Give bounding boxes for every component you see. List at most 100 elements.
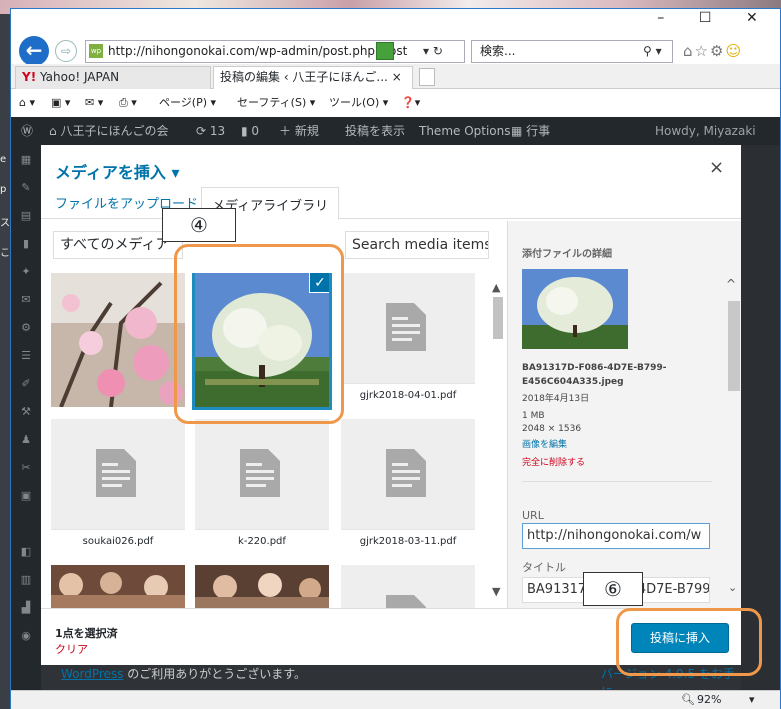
updates-count: 13 [209, 124, 226, 138]
pages-icon[interactable]: ▮ [11, 237, 41, 251]
attachment-document[interactable] [341, 565, 475, 608]
compatibility-icon[interactable] [376, 42, 394, 60]
settings-icon[interactable]: ⚙ [11, 321, 41, 335]
admin-bar-comments[interactable]: ▮ 0 [241, 117, 259, 145]
search-input[interactable]: Search media items... [345, 231, 489, 259]
attachment-document[interactable]: k-220.pdf [195, 419, 329, 553]
print-icon[interactable]: ⎙ ▾ [119, 89, 137, 117]
list-icon[interactable]: ☰ [11, 349, 41, 363]
attachment-image[interactable] [195, 565, 329, 608]
home-icon[interactable]: ⌂ [683, 42, 695, 60]
modal-title[interactable]: メディアを挿入 ▾ [55, 159, 179, 183]
attachment-details-panel: 添付ファイルの詳細 BA91317D-F086-4D7E-B799- E456C… [507, 221, 741, 608]
attachment-document[interactable]: gjrk2018-03-11.pdf [341, 419, 475, 553]
background-window-edge: e p ス こ [0, 14, 10, 709]
zoom-level[interactable]: 92% [697, 691, 721, 709]
favorites-star-icon[interactable]: ☆ [695, 42, 710, 60]
settings-gear-icon[interactable]: ⚙ [710, 42, 725, 60]
help-icon[interactable]: ❓▾ [401, 89, 420, 117]
wordpress-logo-icon[interactable]: Ⓦ [21, 117, 33, 145]
url-field[interactable]: http://nihongonokai.com/w [522, 523, 710, 549]
tab-label: Yahoo! JAPAN [40, 70, 120, 84]
details-thumbnail [522, 269, 628, 349]
feeds-icon[interactable]: ▣ ▾ [51, 89, 70, 117]
media-icon[interactable]: ▤ [11, 209, 41, 223]
plugins-icon[interactable]: ⚒ [11, 405, 41, 419]
settings-panel-icon[interactable]: ▣ [11, 489, 41, 503]
details-date: 2018年4月13日 [522, 394, 590, 404]
admin-bar-theme-options[interactable]: Theme Options [419, 117, 511, 145]
address-bar[interactable]: http://nihongonokai.com/wp-admin/post.ph… [85, 40, 465, 63]
delete-permanently-link[interactable]: 完全に削除する [522, 455, 585, 468]
close-icon[interactable]: × [709, 157, 724, 178]
new-tab-button[interactable] [419, 68, 435, 86]
attachment-document[interactable]: soukai026.pdf [51, 419, 185, 553]
layout-icon[interactable]: ▥ [11, 573, 41, 587]
media-tabs: ファイルをアップロード メディアライブラリ [41, 183, 741, 220]
admin-bar-events[interactable]: ▦ 行事 [511, 117, 550, 145]
appearance-icon[interactable]: ✐ [11, 377, 41, 391]
tab-yahoo[interactable]: Y! Yahoo! JAPAN [15, 66, 211, 89]
attachment-image[interactable] [51, 273, 185, 407]
status-bar: 🔍︎ 92% ▾ [11, 690, 780, 709]
scroll-down-icon[interactable]: ▼ [492, 585, 500, 598]
attachment-document[interactable]: gjrk2018-04-01.pdf [341, 273, 475, 407]
annotation-step4-label: ④ [162, 208, 236, 242]
minimize-icon[interactable]: – [657, 10, 664, 32]
details-dimensions: 2048 × 1536 [522, 424, 582, 434]
misc-icon[interactable]: ◧ [11, 545, 41, 559]
tools-icon[interactable]: ✂ [11, 461, 41, 475]
zoom-icon[interactable]: 🔍︎ [681, 691, 695, 709]
wp-admin-sidebar: ▦ ✎ ▤ ▮ ✦ ✉ ⚙ ☰ ✐ ⚒ ♟ ✂ ▣ ◧ ▥ ▟ ◉ [11, 145, 41, 690]
window-controls: – ☐ ✕ [640, 10, 775, 32]
admin-bar-view-post[interactable]: 投稿を表示 [345, 117, 405, 145]
details-scrollbar-thumb[interactable] [728, 301, 740, 391]
admin-bar-site[interactable]: ⌂ 八王子にほんごの会 [49, 117, 168, 145]
dashboard-icon[interactable]: ▦ [11, 153, 41, 167]
party-photo-thumbnail [195, 565, 329, 608]
posts-icon[interactable]: ✎ [11, 181, 41, 195]
mail-icon[interactable]: ✉ ▾ [85, 89, 103, 117]
users-icon[interactable]: ♟ [11, 433, 41, 447]
forward-button[interactable]: ⇨ [55, 40, 77, 62]
site-favicon-icon: wp [89, 44, 103, 58]
admin-bar-updates[interactable]: ⟳ 13 [196, 117, 225, 145]
search-icon[interactable]: ⚲ ▾ [643, 40, 662, 63]
back-button[interactable]: ← [19, 36, 49, 66]
tools-menu[interactable]: ツール(O) ▾ [329, 89, 388, 117]
safety-menu[interactable]: セーフティ(S) ▾ [237, 89, 315, 117]
collapse-icon[interactable]: ◉ [11, 629, 41, 643]
document-icon [386, 449, 426, 497]
tab-post-edit[interactable]: 投稿の編集 ‹ 八王子にほんご... × [213, 66, 413, 89]
document-icon [386, 595, 426, 608]
search-placeholder: Search media items... [352, 237, 488, 253]
attachment-filename: gjrk2018-03-11.pdf [341, 529, 475, 553]
grid-scrollbar-thumb[interactable] [493, 297, 503, 339]
scroll-up-icon[interactable]: ^ [726, 277, 736, 291]
attachment-filename: k-220.pdf [195, 529, 329, 553]
admin-bar-greeting[interactable]: Howdy, Miyazaki [655, 117, 756, 145]
pin-icon[interactable]: ✦ [11, 265, 41, 279]
clear-selection-link[interactable]: クリア [55, 641, 88, 657]
smiley-icon[interactable]: ☺ [725, 42, 743, 60]
comments-icon[interactable]: ✉ [11, 293, 41, 307]
home-menu-icon[interactable]: ⌂ ▾ [19, 89, 35, 117]
tab-close-icon[interactable]: × [392, 70, 402, 84]
navigation-bar: ← ⇨ http://nihongonokai.com/wp-admin/pos… [11, 34, 780, 66]
refresh-icon[interactable]: ▾ ↻ [423, 40, 443, 63]
tab-label: 投稿の編集 ‹ 八王子にほんご... [220, 70, 388, 84]
details-filename: BA91317D-F086-4D7E-B799- [522, 363, 667, 373]
edit-image-link[interactable]: 画像を編集 [522, 437, 567, 450]
maximize-icon[interactable]: ☐ [699, 10, 712, 32]
admin-bar-new[interactable]: ＋ 新規 [279, 117, 319, 145]
zoom-dropdown-icon[interactable]: ▾ [749, 691, 755, 709]
scroll-up-icon[interactable]: ▲ [492, 281, 500, 294]
chevron-down-icon[interactable]: ⌄ [728, 581, 737, 594]
close-icon[interactable]: ✕ [746, 10, 758, 32]
chart-icon[interactable]: ▟ [11, 601, 41, 615]
wordpress-footer-link[interactable]: WordPress [61, 667, 123, 681]
page-menu[interactable]: ページ(P) ▾ [159, 89, 216, 117]
wp-admin-bar: Ⓦ ⌂ 八王子にほんごの会 ⟳ 13 ▮ 0 ＋ 新規 投稿を表示 Theme … [11, 117, 780, 145]
divider [522, 481, 712, 482]
attachment-image[interactable] [51, 565, 185, 608]
